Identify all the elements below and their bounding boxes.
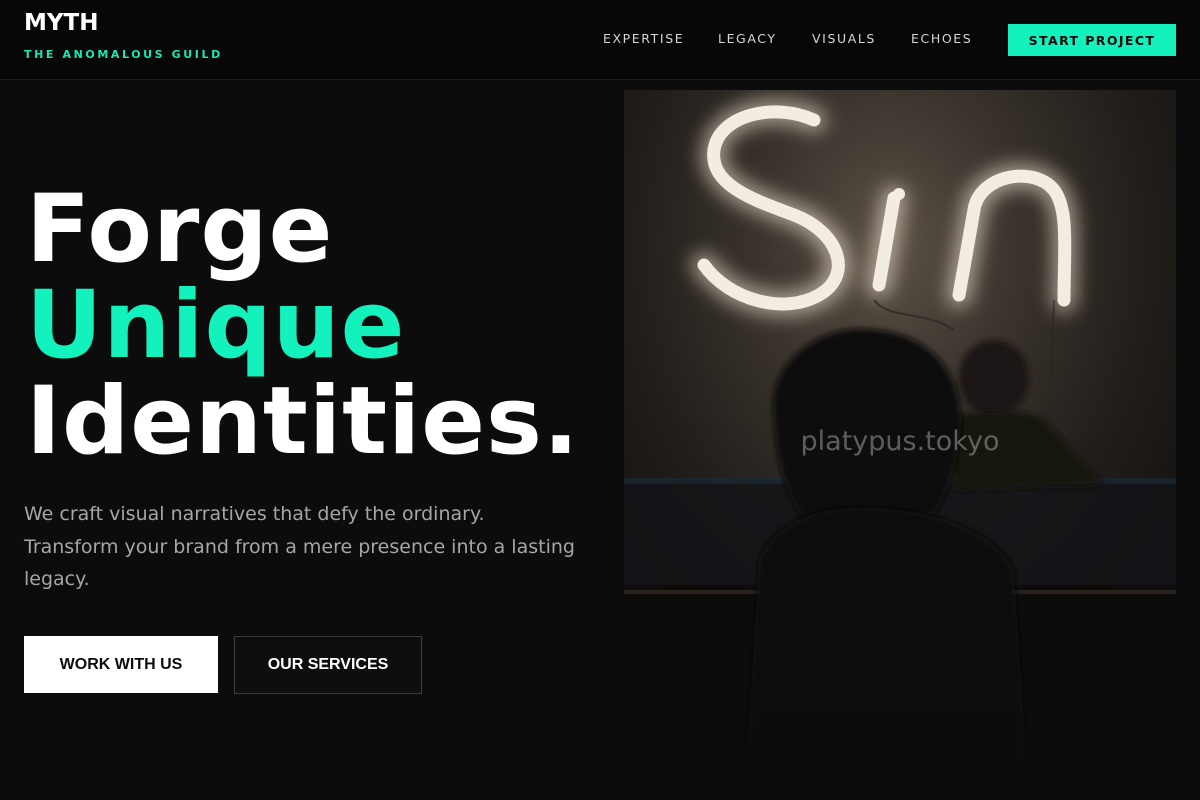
brand-name[interactable]: MYTH [24,10,223,36]
hero-title-line-1: Forge [26,175,334,284]
brand-logo[interactable]: MYTH THE ANOMALOUS GUILD [24,10,223,62]
hero-title: Forge Unique Identities. [26,182,580,470]
hero-image: platypus.tokyo [624,90,1176,800]
start-project-button[interactable]: START PROJECT [1008,24,1176,56]
our-services-button[interactable]: OUR SERVICES [234,636,422,694]
hero-description: We craft visual narratives that defy the… [24,503,575,590]
nav-item-legacy[interactable]: LEGACY [718,31,777,47]
nav-item-visuals[interactable]: VISUALS [812,31,876,47]
nav-item-expertise[interactable]: EXPERTISE [603,31,684,47]
hero-title-line-3: Identities. [26,367,580,476]
hero-title-line-2-accent: Unique [26,271,406,380]
work-with-us-button[interactable]: WORK WITH US [24,636,218,693]
brand-tagline: THE ANOMALOUS GUILD [24,48,223,61]
image-watermark: platypus.tokyo [800,426,1000,457]
site-header: MYTH THE ANOMALOUS GUILD EXPERTISE LEGAC… [0,0,1200,80]
nav-item-echoes[interactable]: ECHOES [911,31,972,47]
